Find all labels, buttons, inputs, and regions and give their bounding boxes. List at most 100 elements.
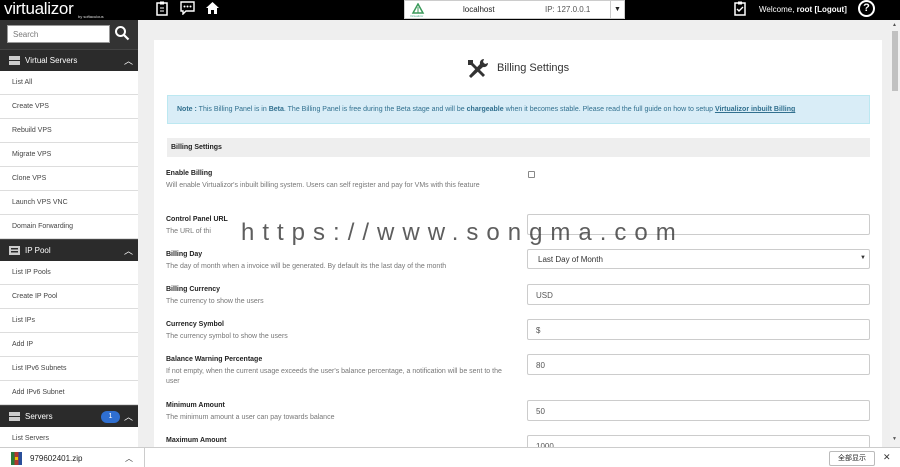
logout-link[interactable]: [Logout] bbox=[814, 5, 846, 14]
section-virtual-servers[interactable]: Virtual Servers ︿ bbox=[0, 49, 138, 71]
minimum-amount-field: Minimum Amount The minimum amount a user… bbox=[166, 401, 526, 423]
section-title: Virtual Servers bbox=[25, 56, 78, 65]
caret-down-icon[interactable]: ▼ bbox=[610, 1, 624, 18]
sidebar-item-domain-forwarding[interactable]: Domain Forwarding bbox=[0, 215, 138, 239]
scroll-down-icon[interactable]: ▼ bbox=[892, 436, 897, 442]
note-text-3: when it becomes stable. Please read the … bbox=[503, 106, 715, 113]
sidebar-item-list-servers[interactable]: List Servers bbox=[0, 427, 138, 447]
balance-warning-field: Balance Warning Percentage If not empty,… bbox=[166, 355, 526, 387]
currency-symbol-field: Currency Symbol The currency symbol to s… bbox=[166, 320, 526, 342]
chevron-up-icon[interactable]: ︿ bbox=[124, 54, 133, 67]
section-ip-pool[interactable]: IP Pool ︿ bbox=[0, 239, 138, 261]
field-desc: If not empty, when the current usage exc… bbox=[166, 368, 502, 385]
sidebar-item-create-vps[interactable]: Create VPS bbox=[0, 95, 138, 119]
chevron-up-icon[interactable]: ︿ bbox=[124, 410, 133, 423]
sidebar-item-label: Create IP Pool bbox=[12, 293, 58, 300]
field-desc: Will enable Virtualizor's inbuilt billin… bbox=[166, 182, 480, 189]
currency-symbol-input[interactable]: $ bbox=[527, 319, 870, 340]
page-scrollbar[interactable]: ▲ ▼ bbox=[890, 20, 900, 447]
section-title: IP Pool bbox=[25, 246, 51, 255]
sidebar-item-list-ip-pools[interactable]: List IP Pools bbox=[0, 261, 138, 285]
server-ip: IP: 127.0.0.1 bbox=[545, 5, 591, 14]
sidebar-item-label: List IP Pools bbox=[12, 269, 51, 276]
watermark-text: https://www.songma.com bbox=[241, 219, 684, 246]
zip-file-icon bbox=[11, 452, 22, 465]
sidebar-item-label: Domain Forwarding bbox=[12, 223, 74, 230]
sidebar-item-label: List All bbox=[12, 79, 33, 86]
sidebar-item-label: Create VPS bbox=[12, 103, 49, 110]
download-bar: 979602401.zip ︿ 全部显示 ✕ bbox=[0, 447, 900, 467]
chevron-up-icon[interactable]: ︿ bbox=[125, 453, 133, 464]
billing-settings-section: Billing Settings bbox=[167, 138, 870, 157]
server-logo-text: Virtualizor bbox=[410, 14, 424, 18]
note-beta: Beta bbox=[268, 106, 284, 113]
sidebar: Virtual Servers ︿ List All Create VPS Re… bbox=[0, 20, 138, 447]
search-input[interactable] bbox=[7, 25, 110, 43]
sidebar-item-list-all[interactable]: List All bbox=[0, 71, 138, 95]
billing-day-select[interactable]: Last Day of Month ▼ bbox=[527, 249, 870, 269]
note-text-1: This Billing Panel is in bbox=[196, 106, 269, 113]
clipboard-icon[interactable] bbox=[154, 1, 170, 19]
chevron-up-icon[interactable]: ︿ bbox=[124, 244, 133, 257]
task-list-icon[interactable] bbox=[732, 1, 748, 19]
virtualizor-logo[interactable]: virtualizor bbox=[4, 0, 74, 17]
sidebar-item-label: Migrate VPS bbox=[12, 151, 52, 158]
help-icon[interactable]: ? bbox=[858, 0, 875, 17]
field-label: Minimum Amount bbox=[166, 402, 225, 409]
chat-icon[interactable] bbox=[179, 1, 195, 18]
field-label: Balance Warning Percentage bbox=[166, 356, 263, 363]
maximum-amount-input[interactable]: 1000 bbox=[527, 435, 870, 447]
sidebar-item-label: Add IPv6 Subnet bbox=[12, 389, 65, 396]
sidebar-item-label: List Servers bbox=[12, 435, 49, 442]
caret-down-icon: ▼ bbox=[860, 255, 866, 261]
sidebar-search bbox=[0, 20, 138, 49]
sidebar-item-label: List IPv6 Subnets bbox=[12, 365, 67, 372]
billing-currency-input[interactable]: USD bbox=[527, 284, 870, 305]
server-host: localhost bbox=[463, 5, 495, 14]
note-chargeable: chargeable bbox=[466, 106, 504, 113]
beta-note: Note : This Billing Panel is in Beta. Th… bbox=[167, 95, 870, 124]
welcome-text: Welcome, root [Logout] bbox=[759, 5, 847, 14]
sidebar-item-add-ip[interactable]: Add IP bbox=[0, 333, 138, 357]
field-desc: The currency to show the users bbox=[166, 298, 264, 305]
divider bbox=[144, 448, 145, 467]
logo-subtitle: by softaculous bbox=[78, 14, 104, 19]
sidebar-item-migrate-vps[interactable]: Migrate VPS bbox=[0, 143, 138, 167]
welcome-prefix: Welcome, bbox=[759, 5, 795, 14]
field-label: Enable Billing bbox=[166, 170, 213, 177]
billing-guide-link[interactable]: Virtualizor inbuilt Billing bbox=[715, 106, 795, 113]
server-select[interactable]: Virtualizor localhost IP: 127.0.0.1 ▼ bbox=[404, 0, 625, 19]
sidebar-item-clone-vps[interactable]: Clone VPS bbox=[0, 167, 138, 191]
field-label: Billing Day bbox=[166, 251, 203, 258]
section-servers[interactable]: Servers 1 ︿ bbox=[0, 405, 138, 427]
enable-billing-field: Enable Billing Will enable Virtualizor's… bbox=[166, 169, 526, 191]
field-desc: The currency symbol to show the users bbox=[166, 333, 288, 340]
billing-day-value: Last Day of Month bbox=[538, 255, 603, 264]
field-label: Billing Currency bbox=[166, 286, 221, 293]
maximum-amount-field: Maximum Amount bbox=[166, 436, 526, 445]
sidebar-item-launch-vps-vnc[interactable]: Launch VPS VNC bbox=[0, 191, 138, 215]
sidebar-item-list-ips[interactable]: List IPs bbox=[0, 309, 138, 333]
show-all-button[interactable]: 全部显示 bbox=[829, 451, 875, 466]
scroll-up-icon[interactable]: ▲ bbox=[892, 22, 897, 28]
enable-billing-checkbox[interactable] bbox=[528, 171, 535, 178]
balance-warning-input[interactable]: 80 bbox=[527, 354, 870, 375]
search-icon[interactable] bbox=[114, 25, 130, 41]
note-text-2: . The Billing Panel is free during the B… bbox=[283, 106, 467, 113]
sidebar-item-list-ipv6-subnets[interactable]: List IPv6 Subnets bbox=[0, 357, 138, 381]
server-icon bbox=[9, 56, 20, 65]
download-filename[interactable]: 979602401.zip bbox=[30, 454, 83, 463]
sidebar-item-add-ipv6-subnet[interactable]: Add IPv6 Subnet bbox=[0, 381, 138, 405]
tools-icon bbox=[468, 58, 489, 78]
home-icon[interactable] bbox=[204, 1, 220, 18]
minimum-amount-input[interactable]: 50 bbox=[527, 400, 870, 421]
scroll-thumb[interactable] bbox=[892, 31, 898, 91]
sidebar-item-rebuild-vps[interactable]: Rebuild VPS bbox=[0, 119, 138, 143]
field-label: Maximum Amount bbox=[166, 437, 227, 444]
server-count-badge: 1 bbox=[101, 411, 120, 423]
close-icon[interactable]: ✕ bbox=[883, 452, 891, 463]
ip-pool-icon bbox=[9, 246, 20, 255]
sidebar-item-create-ip-pool[interactable]: Create IP Pool bbox=[0, 285, 138, 309]
sidebar-item-label: Launch VPS VNC bbox=[12, 199, 68, 206]
page-title: Billing Settings bbox=[497, 62, 570, 74]
